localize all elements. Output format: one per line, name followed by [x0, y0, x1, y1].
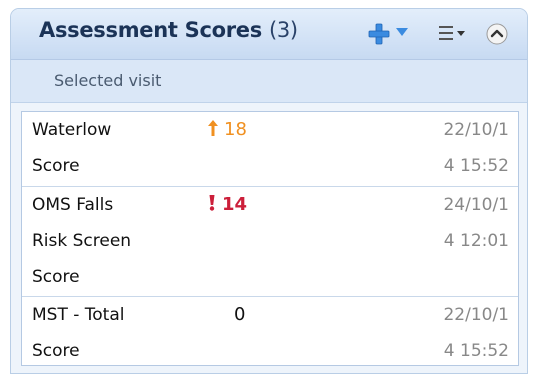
- menu-icon[interactable]: [439, 25, 467, 41]
- assessment-name: MST - Total Score: [32, 297, 192, 369]
- assessment-name-line: Score: [32, 156, 80, 176]
- up-arrow-icon: [208, 120, 218, 136]
- assessment-name-line: MST - Total: [32, 305, 125, 325]
- score-date-line: 22/10/1: [443, 120, 509, 140]
- list-item[interactable]: OMS Falls Risk Screen Score 14 24/10/1 4…: [22, 187, 518, 297]
- assessment-name: OMS Falls Risk Screen Score: [32, 187, 192, 295]
- score-value-cell: 18: [208, 112, 247, 148]
- score-value: 14: [222, 194, 248, 215]
- assessment-name-line: Waterlow: [32, 120, 112, 140]
- panel-header: Assessment Scores (3): [11, 9, 527, 60]
- score-value: 18: [224, 119, 247, 140]
- chevron-down-icon[interactable]: [395, 27, 409, 37]
- assessment-name-line: OMS Falls: [32, 195, 114, 215]
- score-date-line: 4 15:52: [443, 156, 509, 176]
- collapse-up-icon[interactable]: [486, 23, 508, 45]
- panel-count: (3): [268, 18, 298, 42]
- exclamation-icon: [209, 195, 215, 211]
- panel-title: Assessment Scores (3): [39, 18, 298, 42]
- assessment-name-line: Risk Screen: [32, 231, 132, 251]
- score-date: 24/10/1 4 12:01: [404, 187, 509, 259]
- list-item[interactable]: Waterlow Score 18 22/10/1 4 15:52: [22, 112, 518, 187]
- score-date: 22/10/1 4 15:52: [404, 112, 509, 184]
- selected-visit-label: Selected visit: [54, 71, 162, 90]
- assessment-name-line: Score: [32, 267, 80, 287]
- score-date: 22/10/1 4 15:52: [404, 297, 509, 369]
- score-date-line: 22/10/1: [443, 305, 509, 325]
- score-date-line: 4 12:01: [443, 231, 509, 251]
- plus-icon[interactable]: [368, 23, 390, 45]
- panel-title-text: Assessment Scores: [39, 18, 262, 42]
- visit-filter-bar: Selected visit: [11, 60, 527, 103]
- score-value: 0: [234, 304, 246, 325]
- score-value-cell: 0: [234, 297, 245, 333]
- assessment-scores-panel: Assessment Scores (3) Selected visit Wat…: [10, 8, 528, 374]
- assessment-name-line: Score: [32, 341, 80, 361]
- list-item[interactable]: MST - Total Score 0 22/10/1 4 15:52: [22, 297, 518, 367]
- score-date-line: 24/10/1: [443, 195, 509, 215]
- scores-list: Waterlow Score 18 22/10/1 4 15:52 OMS Fa…: [21, 111, 519, 366]
- score-value-cell: 14: [208, 187, 247, 223]
- score-date-line: 4 15:52: [443, 341, 509, 361]
- assessment-name: Waterlow Score: [32, 112, 192, 184]
